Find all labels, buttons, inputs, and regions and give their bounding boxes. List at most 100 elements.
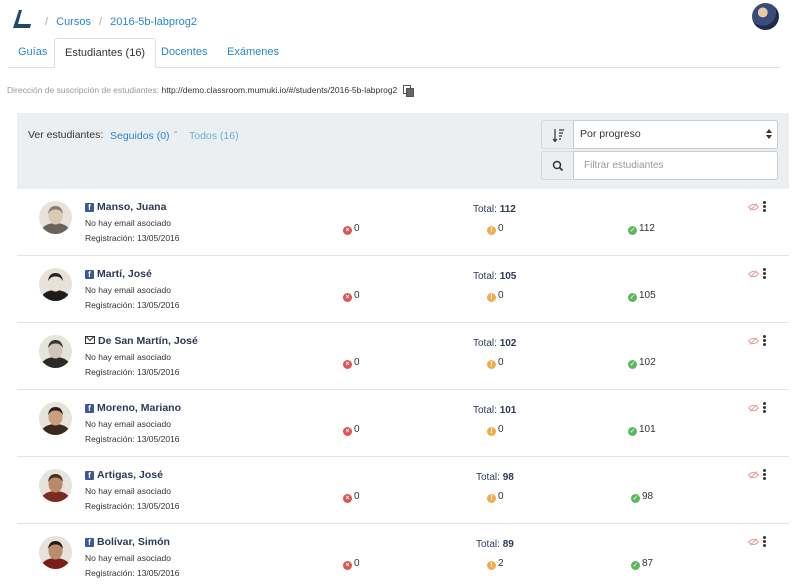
subscription-url[interactable]: http://demo.classroom.mumuki.io/#/studen… (162, 85, 398, 95)
eye-slash-icon[interactable] (748, 203, 759, 211)
eye-slash-icon[interactable] (748, 404, 759, 412)
exclamation-circle-icon: ! (487, 226, 496, 235)
total-value: 98 (502, 472, 514, 483)
total-label: Total: (473, 338, 497, 349)
student-name[interactable]: f Bolívar, Simón (85, 536, 170, 548)
student-name[interactable]: f Manso, Juana (85, 201, 166, 213)
filter-followed-link[interactable]: Seguidos (0) (110, 130, 170, 142)
filter-label: Ver estudiantes: (28, 129, 104, 141)
eye-slash-icon[interactable] (748, 538, 759, 546)
student-row[interactable]: f Manso, Juana No hay email asociado Regi… (17, 189, 789, 256)
envelope-icon (85, 336, 95, 344)
breadcrumb-course-link[interactable]: 2016-5b-labprog2 (110, 16, 197, 28)
vertical-ellipsis-icon[interactable] (763, 201, 766, 212)
failed-value: 0 (354, 424, 360, 435)
total-value: 101 (499, 405, 517, 416)
check-circle-icon: ✓ (628, 360, 637, 369)
search-input[interactable] (573, 151, 778, 180)
student-email: No hay email asociado (85, 553, 171, 563)
exclamation-circle-icon: ! (487, 293, 496, 302)
search-icon (552, 160, 564, 172)
student-registration-date: Registración: 13/05/2016 (85, 434, 180, 444)
student-name-text: Manso, Juana (97, 201, 167, 213)
student-registration-date: Registración: 13/05/2016 (85, 233, 180, 243)
vertical-ellipsis-icon[interactable] (763, 402, 766, 413)
student-row[interactable]: f Artigas, José No hay email asociado Reg… (17, 457, 789, 524)
failed-value: 0 (354, 290, 360, 301)
copy-icon[interactable] (402, 85, 414, 97)
filter-all-link[interactable]: Todos (16) (189, 130, 239, 142)
passed-count: ✓ 112 (628, 223, 655, 235)
times-circle-icon: × (343, 427, 352, 436)
passed-value: 101 (639, 424, 656, 435)
warning-value: 0 (498, 491, 504, 502)
check-circle-icon: ✓ (628, 427, 637, 436)
student-row[interactable]: f Moreno, Mariano No hay email asociado R… (17, 390, 789, 457)
student-name-text: Martí, José (97, 268, 152, 280)
tab-examenes[interactable]: Exámenes (217, 38, 289, 68)
breadcrumb-separator: / (99, 16, 103, 28)
warning-value: 0 (498, 424, 504, 435)
exclamation-circle-icon: ! (487, 494, 496, 503)
total-value: 102 (499, 338, 517, 349)
student-registration-date: Registración: 13/05/2016 (85, 367, 180, 377)
mumuki-logo-icon[interactable] (10, 7, 34, 31)
warning-count: ! 0 (487, 424, 504, 436)
check-circle-icon: ✓ (631, 494, 640, 503)
sort-select[interactable]: Por progreso (573, 120, 778, 149)
student-name[interactable]: De San Martín, José (85, 335, 198, 347)
facebook-icon: f (85, 404, 94, 413)
student-photo (39, 536, 72, 569)
student-row[interactable]: f Martí, José No hay email asociado Regis… (17, 256, 789, 323)
tab-docentes[interactable]: Docentes (151, 38, 217, 68)
exclamation-circle-icon: ! (487, 427, 496, 436)
student-name[interactable]: f Martí, José (85, 268, 152, 280)
failed-count: × 0 (343, 357, 360, 369)
student-total: Total: 112 (473, 204, 516, 215)
student-row[interactable]: De San Martín, José No hay email asociad… (17, 323, 789, 390)
eye-slash-icon[interactable] (748, 337, 759, 345)
student-email: No hay email asociado (85, 352, 171, 362)
tab-guias[interactable]: Guías (8, 38, 57, 68)
passed-value: 112 (639, 223, 655, 234)
student-email: No hay email asociado (85, 285, 171, 295)
user-avatar[interactable] (752, 3, 779, 30)
warning-value: 0 (498, 357, 504, 368)
total-label: Total: (473, 405, 497, 416)
search-button[interactable] (541, 151, 574, 180)
eye-slash-icon[interactable] (748, 471, 759, 479)
total-label: Total: (476, 539, 500, 550)
student-name[interactable]: f Moreno, Mariano (85, 402, 181, 414)
student-photo (39, 402, 72, 435)
passed-count: ✓ 98 (631, 491, 653, 503)
vertical-ellipsis-icon[interactable] (763, 536, 766, 547)
total-value: 89 (502, 539, 514, 550)
passed-count: ✓ 102 (628, 357, 656, 369)
failed-count: × 0 (343, 223, 360, 235)
filter-separator: - (174, 127, 178, 138)
vertical-ellipsis-icon[interactable] (763, 335, 766, 346)
eye-slash-icon[interactable] (748, 270, 759, 278)
student-row[interactable]: f Bolívar, Simón No hay email asociado Re… (17, 524, 789, 588)
warning-value: 0 (498, 290, 504, 301)
warning-count: ! 2 (487, 558, 504, 570)
sort-button[interactable] (541, 120, 574, 149)
tab-estudiantes[interactable]: Estudiantes (16) (54, 38, 157, 68)
vertical-ellipsis-icon[interactable] (763, 469, 766, 480)
failed-count: × 0 (343, 290, 360, 302)
facebook-icon: f (85, 538, 94, 547)
check-circle-icon: ✓ (628, 226, 637, 235)
breadcrumb-cursos-link[interactable]: Cursos (56, 16, 91, 28)
course-tabs: Guías Estudiantes (16) Docentes Exámenes (8, 38, 780, 68)
student-photo (39, 201, 72, 234)
warning-count: ! 0 (487, 290, 504, 302)
failed-value: 0 (354, 491, 360, 502)
students-filter-bar: Ver estudiantes: Seguidos (0) - Todos (1… (17, 113, 789, 189)
student-name[interactable]: f Artigas, José (85, 469, 163, 481)
student-email: No hay email asociado (85, 218, 171, 228)
sort-icon (552, 129, 564, 143)
vertical-ellipsis-icon[interactable] (763, 268, 766, 279)
passed-count: ✓ 105 (628, 290, 656, 302)
total-label: Total: (473, 271, 497, 282)
warning-count: ! 0 (487, 491, 504, 503)
